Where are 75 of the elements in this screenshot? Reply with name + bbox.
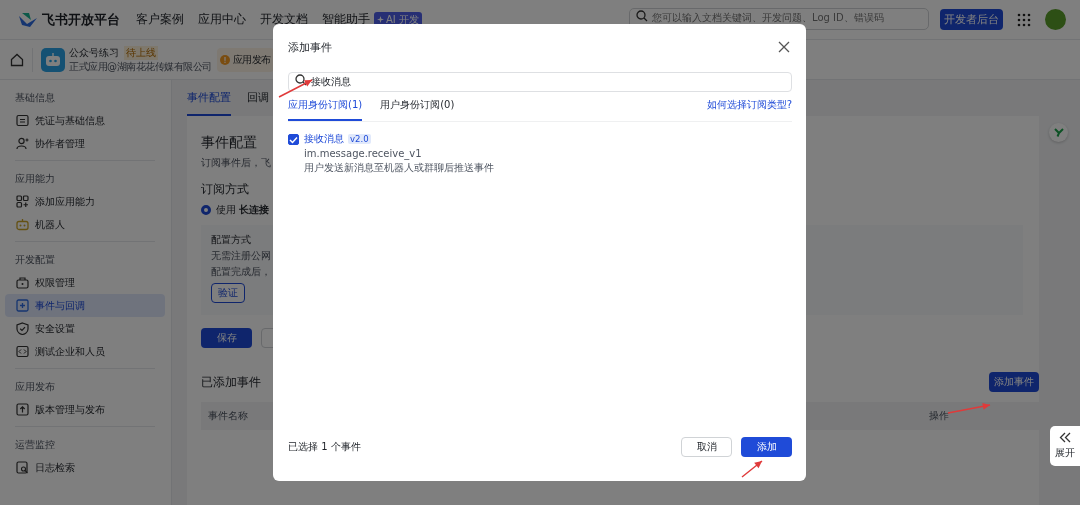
home-icon <box>10 52 24 67</box>
sidebar-item[interactable]: 测试企业和人员 <box>5 340 165 363</box>
event-name: 接收消息 <box>304 132 344 146</box>
double-chevron-icon <box>1059 432 1071 443</box>
tab[interactable]: 回调 <box>247 90 269 116</box>
section-heading: 已添加事件 <box>201 374 261 390</box>
help-link[interactable]: 如何选择订阅类型? <box>706 98 792 121</box>
section-title: 开发配置 <box>14 253 56 267</box>
add-event-button[interactable]: 添加事件 <box>989 372 1039 392</box>
upload-icon <box>16 403 29 416</box>
document-icon <box>16 114 29 127</box>
robot-icon <box>16 218 29 231</box>
plus-square-icon <box>16 299 29 312</box>
search-field[interactable]: 接收消息 <box>288 72 792 92</box>
notice-text: 应用发布 <box>232 52 271 67</box>
radio-button[interactable] <box>201 205 211 215</box>
dialog-title: 添加事件 <box>288 39 332 55</box>
tab[interactable]: 用户身份订阅(0) <box>380 98 455 121</box>
app-name: 公众号练习 <box>69 45 119 60</box>
warning-icon <box>219 54 230 65</box>
sidebar-item[interactable]: 凭证与基础信息 <box>5 109 165 132</box>
save-button[interactable]: 保存 <box>201 328 252 348</box>
lock-icon <box>16 276 29 289</box>
app-subtitle: 正式应用@湖南花花传媒有限公司 <box>69 59 212 74</box>
sidebar-item[interactable]: 版本管理与发布 <box>5 398 165 421</box>
config-text: 无需注册公网 <box>211 249 271 263</box>
verify-button[interactable]: 验证 <box>211 283 245 303</box>
sidebar-item[interactable]: 安全设置 <box>5 317 165 340</box>
sidebar-item[interactable]: 日志检索 <box>5 456 165 479</box>
column-header: 操作 <box>929 409 949 423</box>
avatar[interactable] <box>1045 9 1066 30</box>
section-heading: 订阅方式 <box>201 182 249 197</box>
log-search-icon <box>16 461 29 474</box>
search-icon <box>295 74 307 86</box>
logo-icon <box>18 11 38 28</box>
robot-icon <box>45 52 61 67</box>
config-text: 配置完成后， <box>211 265 271 279</box>
tab[interactable]: 应用身份订阅(1) <box>288 98 363 121</box>
section-title: 应用能力 <box>14 172 56 186</box>
section-title: 基础信息 <box>14 91 56 105</box>
sidebar-item[interactable]: 机器人 <box>5 213 165 236</box>
event-description: 用户发送新消息至机器人或群聊后推送事件 <box>304 161 494 175</box>
sidebar-item[interactable]: 权限管理 <box>5 271 165 294</box>
nav-link[interactable]: 智能助手 <box>322 11 370 28</box>
code-box-icon <box>16 345 29 358</box>
apps-grid-icon <box>1017 12 1031 27</box>
expand-toggle[interactable]: 展开 <box>1050 426 1080 466</box>
radio-label: 使用 长连接 <box>216 203 270 217</box>
add-button[interactable]: 添加 <box>741 437 792 457</box>
sidebar-item[interactable]: 添加应用能力 <box>5 190 165 213</box>
nav-link[interactable]: 客户案例 <box>136 11 184 28</box>
shield-icon <box>16 322 29 335</box>
logo-text: 飞书开放平台 <box>42 10 120 29</box>
sidebar-item[interactable]: 协作者管理 <box>5 132 165 155</box>
status-tag: 待上线 <box>124 45 158 60</box>
nav-link[interactable]: 开发文档 <box>260 11 308 28</box>
page-title: 事件配置 <box>201 134 257 152</box>
nav-link[interactable]: 应用中心 <box>198 11 246 28</box>
search-icon <box>636 10 648 22</box>
selection-summary: 已选择 1 个事件 <box>288 440 361 454</box>
person-add-icon <box>16 137 29 150</box>
close-icon[interactable] <box>778 41 790 53</box>
grid-add-icon <box>16 195 29 208</box>
cancel-button[interactable]: 取消 <box>681 437 732 457</box>
column-header: 事件名称 <box>208 409 248 423</box>
checkbox[interactable] <box>288 134 299 145</box>
version-tag: v2.0 <box>348 134 371 144</box>
section-title: 运营监控 <box>14 438 56 452</box>
event-id: im.message.receive_v1 <box>304 148 423 159</box>
console-button[interactable]: 开发者后台 <box>940 9 1003 30</box>
sidebar-item[interactable]: 事件与回调 <box>5 294 165 317</box>
y-mark-icon <box>1053 128 1064 137</box>
description-text: 订阅事件后，飞 <box>201 156 271 170</box>
config-title: 配置方式 <box>211 233 251 247</box>
section-title: 应用发布 <box>14 380 56 394</box>
